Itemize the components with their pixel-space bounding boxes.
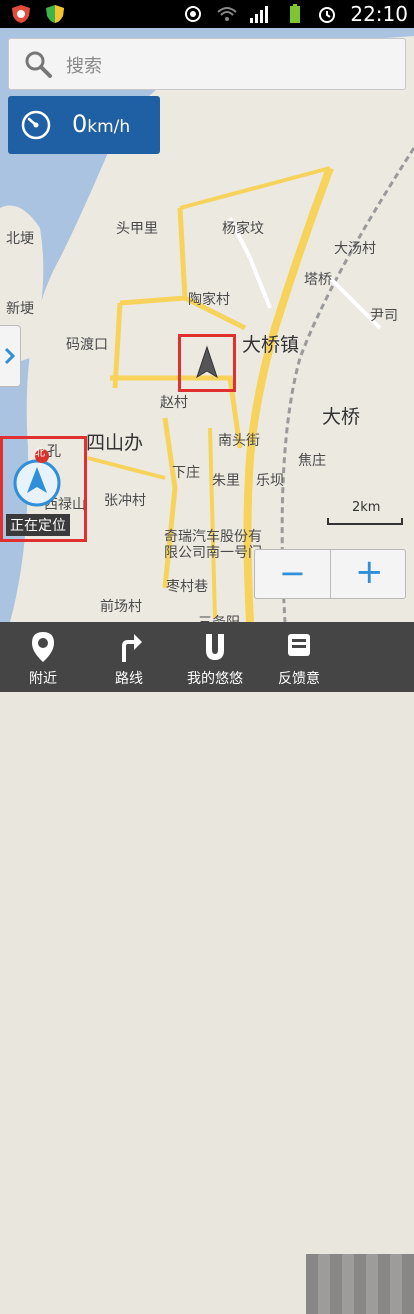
speed-panel: 0km/h [8,96,160,154]
map-label: 赵村 [160,395,188,411]
map-label: 南头街 [218,433,260,449]
map-label: 三务阳 [198,612,240,622]
map-label: 新埂 [6,301,34,317]
map-label: 大桥 [322,406,361,428]
tab-feedback[interactable]: 反馈意 [258,622,340,692]
map-label: 大汤村 [334,241,376,257]
location-pin-icon [32,632,54,662]
alarm-icon [319,7,335,23]
map-label: 北埂 [6,231,34,247]
search-icon [25,51,52,78]
speed-value: 0km/h [72,110,131,138]
gps-icon [185,6,201,22]
map-label: 头甲里 [116,221,158,237]
shield-icon [12,5,30,23]
navigation-arrow-icon [196,345,218,379]
chevron-right-icon [4,347,16,365]
map-label: 下庄 [172,465,200,481]
current-position-highlight [178,334,236,392]
map-scale: 2km [326,500,406,530]
speedometer-icon [21,110,51,140]
map-label: 焦庄 [298,453,326,469]
bottom-nav: 附近 路线 我的悠悠 反馈意 [0,622,414,1314]
map-label: 陶家村 [188,292,230,308]
search-bar[interactable]: 搜索 [8,38,406,90]
zoom-out-button[interactable]: − [255,550,331,598]
security-shield-icon [46,5,64,23]
signal-icon [250,6,268,23]
map-label: 塔桥 [304,272,332,288]
tab-nearby[interactable]: 附近 [2,622,84,692]
map-label: 前场村 [100,599,142,615]
map-label: 尹司 [370,308,398,324]
map-label: 孔 [47,444,61,460]
map-label: 枣村巷 [166,579,208,595]
search-input[interactable]: 搜索 [66,52,102,78]
pixelated-area [306,1254,414,1314]
map-label: 张冲村 [104,493,146,509]
map-label: 大桥镇 [242,334,300,356]
map-label: 限公司南一号门 [164,545,262,561]
tab-my-youyou[interactable]: 我的悠悠 [174,622,256,692]
tab-route[interactable]: 路线 [88,622,170,692]
map-label: 乐坝 [256,473,284,489]
zoom-in-button[interactable]: + [331,550,406,598]
feedback-icon [288,634,310,656]
map-label: 码渡口 [66,337,108,353]
u-logo-icon [206,634,224,660]
zoom-control: − + [254,549,406,599]
side-panel-toggle[interactable] [0,325,21,387]
clock: 22:10 [350,2,408,26]
locating-status: 正在定位 [6,514,70,536]
map-label: 朱里 [212,473,240,489]
battery-icon [290,4,300,23]
map-label: 杨家坟 [222,221,264,237]
scale-bar [327,518,403,525]
wifi-icon [217,7,237,21]
map-label: 四山办 [86,432,144,454]
status-bar: 22:10 [0,0,414,28]
route-arrow-icon [122,634,142,662]
north-indicator: 北 [35,448,45,459]
